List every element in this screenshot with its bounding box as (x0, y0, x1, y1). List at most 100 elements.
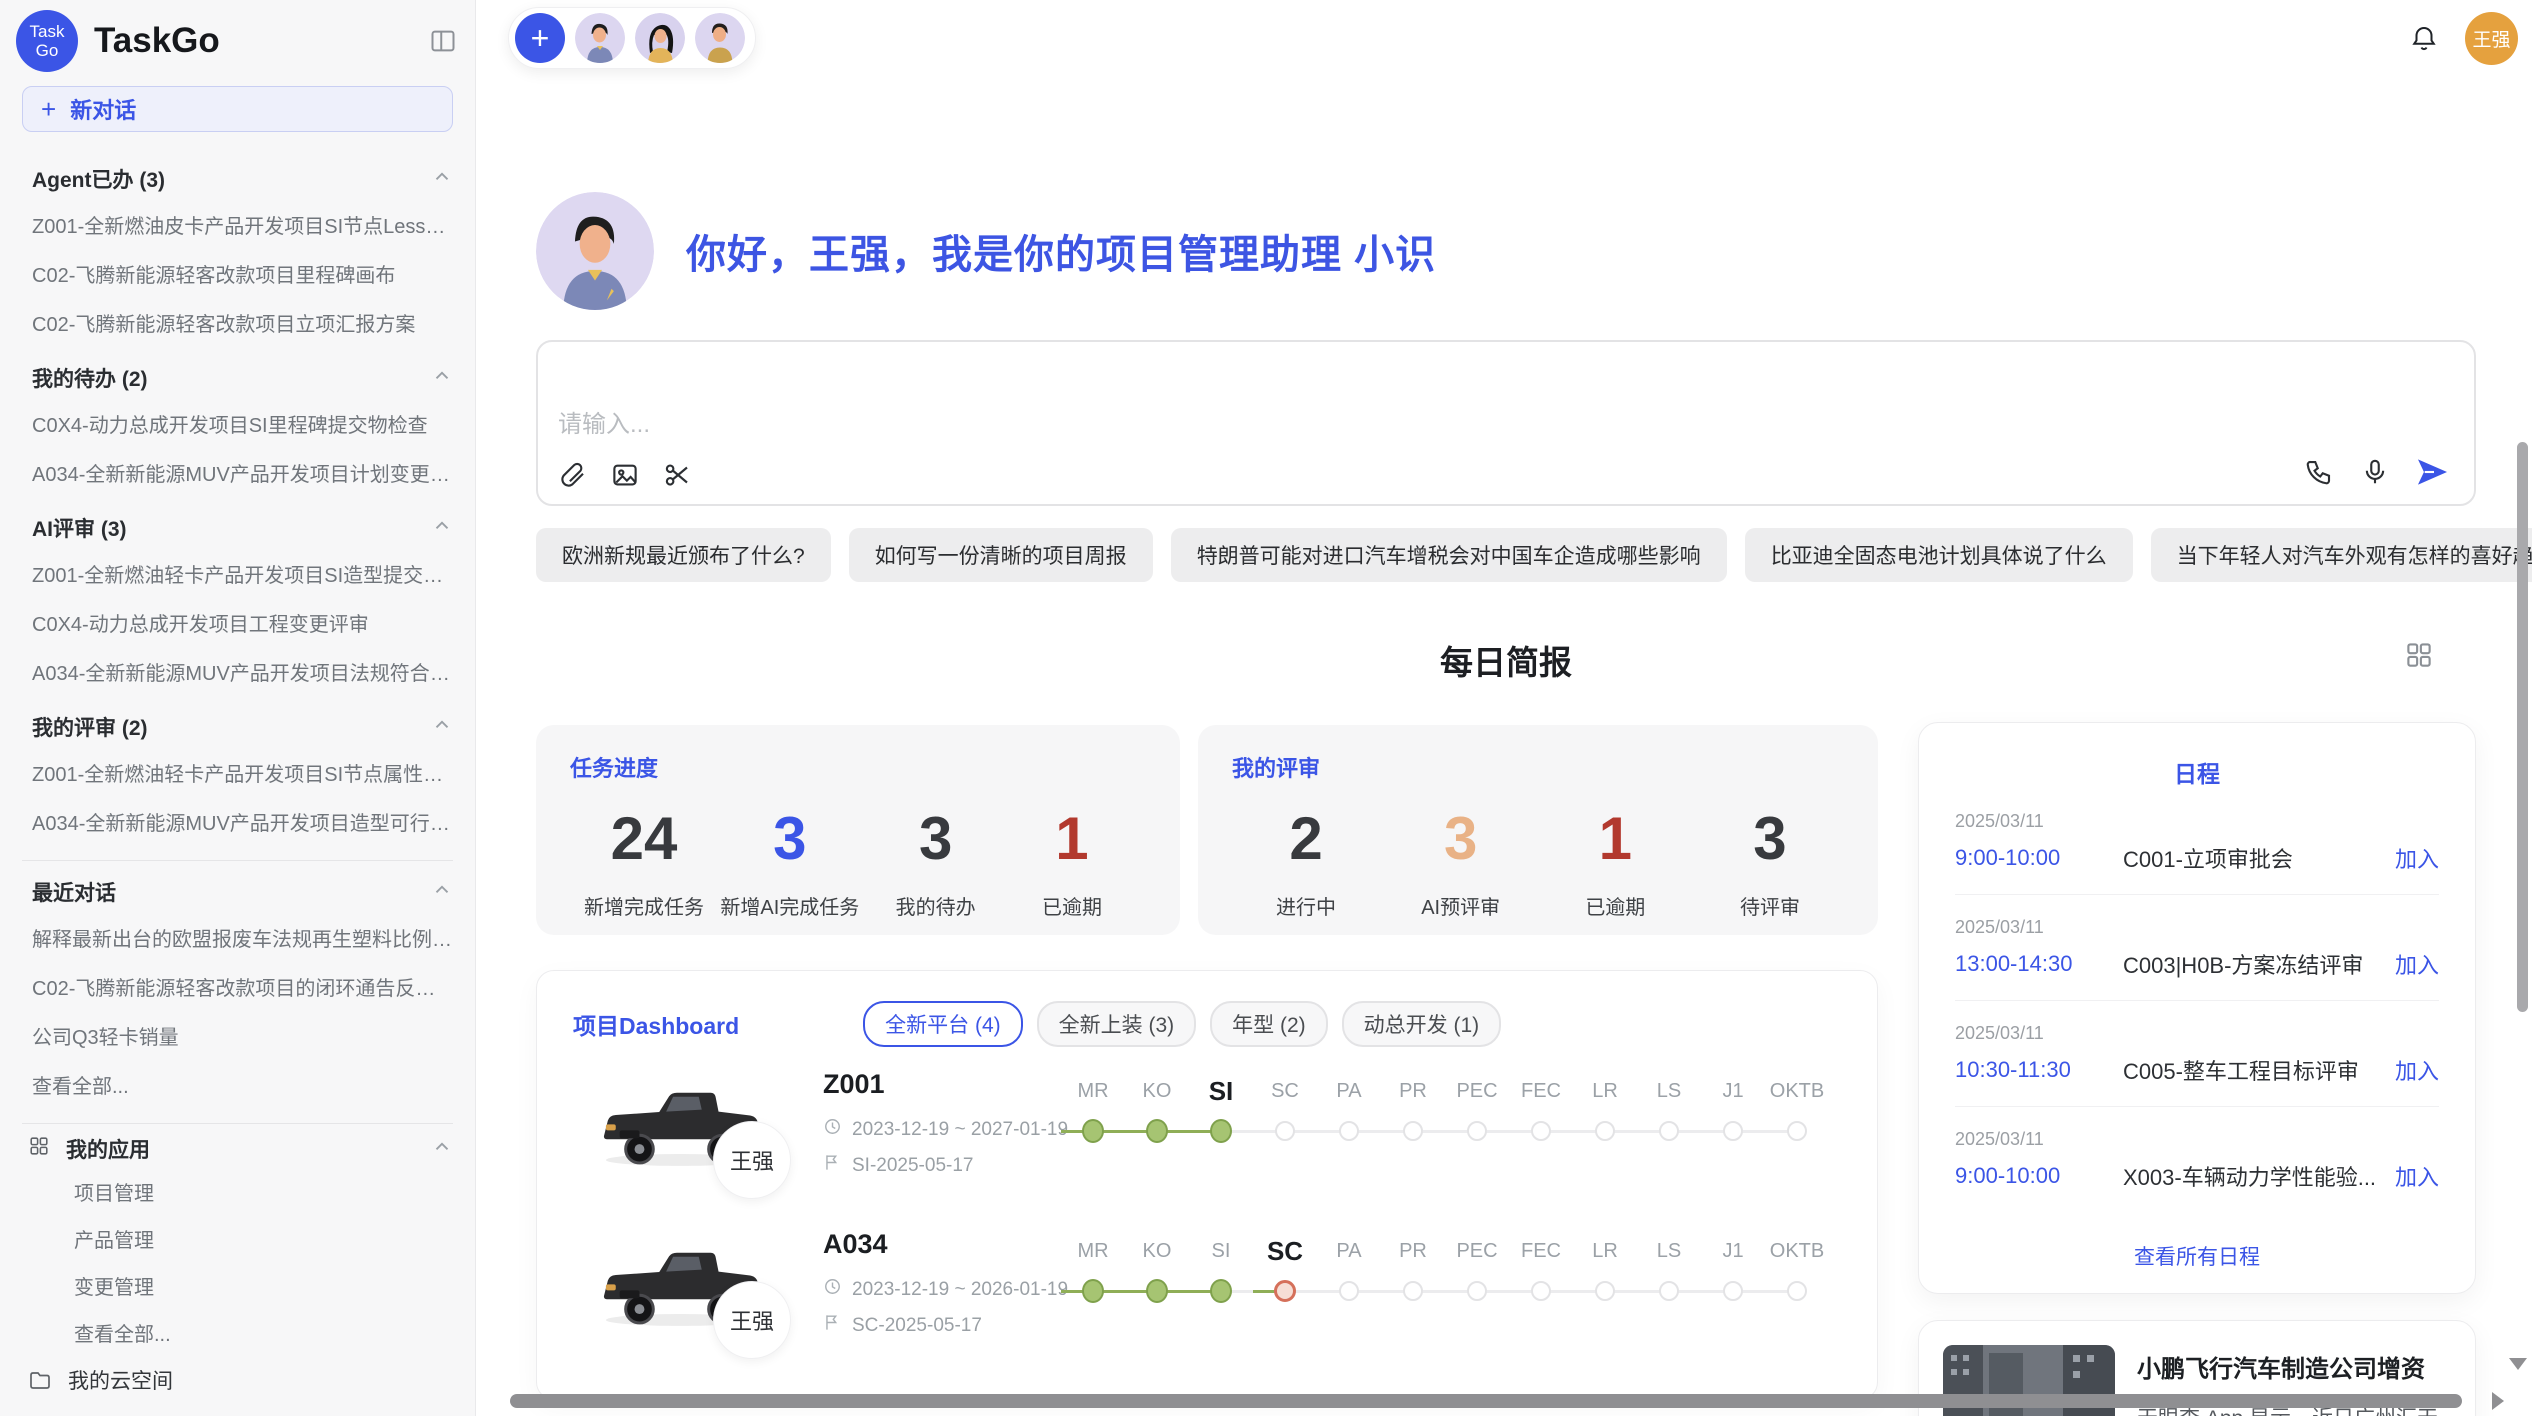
milestone-label: PA (1317, 1233, 1381, 1269)
sidebar-conversation-item[interactable]: C02-飞腾新能源轻客改款项目立项汇报方案 (32, 298, 453, 347)
stat-cells: 2进行中3AI预评审1已逾期3待评审 (1232, 801, 1844, 920)
sidebar-conversation-item[interactable]: Z001-全新燃油皮卡产品开发项目SI节点Lesson Learn报告 (32, 200, 453, 249)
view-all-schedule-link[interactable]: 查看所有日程 (1919, 1241, 2475, 1271)
suggestion-chip[interactable]: 欧洲新规最近颁布了什么? (536, 528, 831, 582)
suggestion-chip[interactable]: 当下年轻人对汽车外观有怎样的喜好趋势 (2151, 528, 2532, 582)
sidebar-app-item[interactable]: 项目管理 (74, 1168, 453, 1215)
sidebar-section-header[interactable]: 最近对话 (32, 877, 453, 907)
sidebar-conversation-item[interactable]: A034-全新新能源MUV产品开发项目法规符合性评审 (32, 647, 453, 696)
horizontal-scrollbar[interactable] (510, 1394, 2462, 1408)
suggestion-chip[interactable]: 特朗普可能对进口汽车增税会对中国车企造成哪些影响 (1171, 528, 1727, 582)
schedule-row: 9:00-10:00C001-立项审批会加入 (1955, 842, 2439, 874)
sidebar-app-item[interactable]: 查看全部... (74, 1309, 453, 1356)
sidebar-conversation-item[interactable]: C0X4-动力总成开发项目工程变更评审 (32, 598, 453, 647)
milestone-cell (1445, 1117, 1509, 1145)
sidebar-conversation-item[interactable]: 解释最新出台的欧盟报废车法规再生塑料比例被调至15%... (32, 913, 453, 962)
schedule-time: 13:00-14:30 (1955, 951, 2123, 977)
sidebar-section-header[interactable]: 我的待办 (2) (32, 363, 453, 393)
milestone-cell (1701, 1277, 1765, 1305)
chat-input[interactable] (558, 404, 2158, 464)
stat-label: AI预评审 (1401, 891, 1521, 920)
sidebar-conversation-item[interactable]: 公司Q3轻卡销量 (32, 1011, 453, 1060)
stat-value: 24 (584, 801, 704, 877)
join-button[interactable]: 加入 (2395, 1160, 2439, 1192)
sidebar-section-title: 我的评审 (2) (32, 712, 148, 742)
stat-value: 3 (1401, 801, 1521, 877)
milestone-label: PA (1317, 1073, 1381, 1109)
collapse-sidebar-icon[interactable] (429, 27, 457, 55)
milestone-label: KO (1125, 1073, 1189, 1109)
send-icon[interactable] (2416, 456, 2448, 488)
sidebar-section-header[interactable]: AI评审 (3) (32, 513, 453, 543)
scissors-icon[interactable] (662, 460, 692, 490)
dashboard-tab[interactable]: 动总开发 (1) (1342, 1001, 1502, 1047)
schedule-event-title: C001-立项审批会 (2123, 842, 2381, 874)
briefing-stats: 任务进度24新增完成任务3新增AI完成任务3我的待办1已逾期我的评审2进行中3A… (536, 725, 1878, 935)
milestone-cell (1381, 1277, 1445, 1305)
join-button[interactable]: 加入 (2395, 842, 2439, 874)
project-name: Z001 (823, 1069, 885, 1100)
sidebar-item-star[interactable]: 我的收藏 (28, 1404, 453, 1416)
sidebar-conversation-item[interactable]: C02-飞腾新能源轻客改款项目里程碑画布 (32, 249, 453, 298)
layout-grid-icon[interactable] (2404, 640, 2434, 670)
project-row[interactable]: 王强A0342023-12-19 ~ 2026-01-19SC-2025-05-… (537, 1223, 1878, 1383)
milestone-cell (1381, 1117, 1445, 1145)
sidebar-conversation-item[interactable]: A034-全新新能源MUV产品开发项目计划变更表编写 (32, 448, 453, 497)
sidebar-conversation-item[interactable]: C02-飞腾新能源轻客改款项目的闭环通告反馈情况 (32, 962, 453, 1011)
milestone-cell (1189, 1277, 1253, 1305)
chat-input-card (536, 340, 2476, 506)
join-button[interactable]: 加入 (2395, 948, 2439, 980)
project-dashboard-card: 项目Dashboard 全新平台 (4)全新上装 (3)年型 (2)动总开发 (… (536, 970, 1878, 1400)
milestone-dot (1210, 1279, 1232, 1303)
scroll-down-arrow[interactable] (2509, 1358, 2527, 1370)
milestone-cell (1317, 1277, 1381, 1305)
milestone-dot (1659, 1281, 1679, 1301)
call-icon[interactable] (2304, 457, 2334, 487)
stat-label: 待评审 (1710, 891, 1830, 920)
dashboard-tab[interactable]: 年型 (2) (1210, 1001, 1328, 1047)
milestone-cell (1445, 1277, 1509, 1305)
milestone-label: MR (1061, 1233, 1125, 1269)
stat-label: 已逾期 (1012, 891, 1132, 920)
milestone-label: LR (1573, 1073, 1637, 1109)
stat-card-title: 我的评审 (1232, 751, 1844, 783)
sidebar-app-item[interactable]: 产品管理 (74, 1215, 453, 1262)
sidebar-conversation-item[interactable]: A034-全新新能源MUV产品开发项目造型可行性评审 (32, 797, 453, 846)
project-dates: 2023-12-19 ~ 2026-01-19 (823, 1277, 1068, 1302)
dashboard-tab[interactable]: 全新平台 (4) (863, 1001, 1023, 1047)
sidebar-section-title: Agent已办 (3) (32, 164, 165, 194)
image-icon[interactable] (610, 460, 640, 490)
schedule-time: 10:30-11:30 (1955, 1057, 2123, 1083)
milestone-dot (1467, 1281, 1487, 1301)
new-chat-button[interactable]: + 新对话 (22, 86, 453, 132)
sidebar-item-folder[interactable]: 我的云空间 (28, 1356, 453, 1404)
dashboard-tab[interactable]: 全新上装 (3) (1037, 1001, 1197, 1047)
mic-icon[interactable] (2360, 457, 2390, 487)
sidebar-section-header[interactable]: 我的评审 (2) (32, 712, 453, 742)
milestone-dot (1787, 1281, 1807, 1301)
attach-icon[interactable] (558, 460, 588, 490)
milestone-cell (1765, 1277, 1829, 1305)
milestone-label: J1 (1701, 1233, 1765, 1269)
stat-cell: 1已逾期 (1555, 801, 1675, 920)
folder-icon (28, 1368, 52, 1392)
sidebar-section-title: 我的待办 (2) (32, 363, 148, 393)
milestone-dot (1595, 1281, 1615, 1301)
join-button[interactable]: 加入 (2395, 1054, 2439, 1086)
sidebar-section-header[interactable]: Agent已办 (3) (32, 164, 453, 194)
suggestion-chip[interactable]: 如何写一份清晰的项目周报 (849, 528, 1153, 582)
scroll-right-arrow[interactable] (2492, 1392, 2504, 1410)
sidebar-conversation-item[interactable]: 查看全部... (32, 1060, 453, 1109)
stat-cell: 2进行中 (1246, 801, 1366, 920)
sidebar-app-item[interactable]: 变更管理 (74, 1262, 453, 1309)
sidebar-conversation-item[interactable]: Z001-全新燃油轻卡产品开发项目SI节点属性5D文件评审 (32, 748, 453, 797)
schedule-date: 2025/03/11 (1955, 917, 2439, 938)
suggestion-chip[interactable]: 比亚迪全固态电池计划具体说了什么 (1745, 528, 2133, 582)
milestone-dot (1787, 1121, 1807, 1141)
schedule-date: 2025/03/11 (1955, 1129, 2439, 1150)
sidebar-conversation-item[interactable]: Z001-全新燃油轻卡产品开发项目SI造型提交物评审 (32, 549, 453, 598)
sidebar-conversation-item[interactable]: C0X4-动力总成开发项目SI里程碑提交物检查 (32, 399, 453, 448)
project-row[interactable]: 王强Z0012023-12-19 ~ 2027-01-19SI-2025-05-… (537, 1063, 1878, 1223)
vertical-scrollbar[interactable] (2517, 442, 2528, 1012)
sidebar-item-my-apps[interactable]: 我的应用 (28, 1134, 453, 1164)
